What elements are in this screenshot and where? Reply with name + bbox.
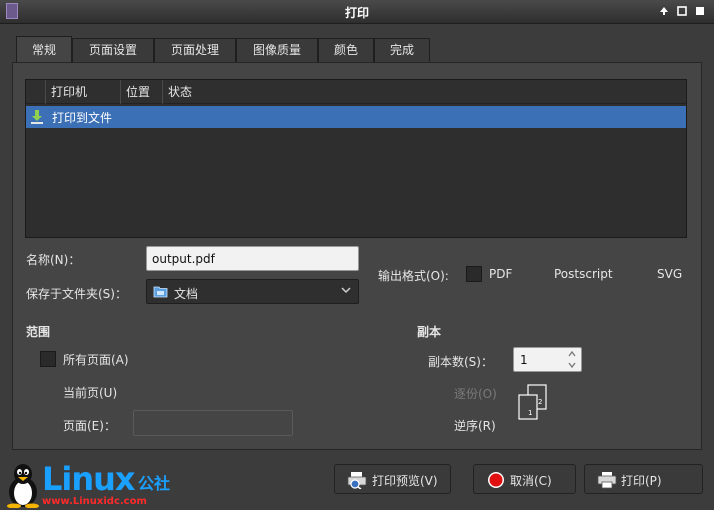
- printer-name: 打印到文件: [52, 111, 113, 125]
- chevron-down-icon: [341, 287, 351, 294]
- current-page-label[interactable]: 当前页(U): [63, 384, 117, 401]
- pages-label[interactable]: 页面(E)：: [63, 417, 116, 434]
- print-button[interactable]: 打印(P): [584, 464, 703, 494]
- filename-input[interactable]: [146, 246, 359, 271]
- svg-text:1: 1: [528, 409, 532, 417]
- collate-pages-icon: 2 1: [518, 384, 547, 420]
- folder-select[interactable]: 文档: [146, 279, 359, 304]
- reverse-label[interactable]: 逆序(R): [454, 417, 496, 434]
- printer-list[interactable]: 打印机 位置 状态 打印到文件: [25, 79, 687, 238]
- column-printer[interactable]: 打印机: [45, 80, 120, 104]
- format-pdf-label[interactable]: PDF: [489, 267, 512, 281]
- watermark-brand-suffix: 公社: [138, 474, 171, 493]
- print-preview-icon: [347, 472, 367, 489]
- all-pages-label[interactable]: 所有页面(A): [63, 351, 129, 368]
- cancel-label: 取消(C): [510, 474, 552, 488]
- all-pages-radio[interactable]: [40, 351, 56, 367]
- cancel-button[interactable]: 取消(C): [473, 464, 576, 494]
- maximize-icon[interactable]: [675, 4, 689, 18]
- column-location[interactable]: 位置: [120, 80, 162, 104]
- linuxidc-watermark: Linux 公社 www.Linuxidc.com: [4, 460, 184, 510]
- range-heading: 范围: [26, 325, 51, 339]
- watermark-brand: Linux: [42, 460, 136, 498]
- printer-row[interactable]: 打印到文件: [26, 106, 686, 128]
- tab-image-quality[interactable]: 图像质量: [236, 38, 318, 62]
- pin-up-icon[interactable]: [657, 4, 671, 18]
- tux-penguin-icon: [7, 464, 39, 508]
- copies-heading: 副本: [417, 325, 442, 339]
- folder-label: 保存于文件夹(S)：: [26, 287, 127, 301]
- print-label: 打印(P): [621, 474, 662, 488]
- svg-text:2: 2: [538, 398, 542, 406]
- watermark-url: www.Linuxidc.com: [42, 496, 147, 507]
- format-pdf-radio[interactable]: [466, 266, 482, 282]
- copies-spinbox[interactable]: 1: [513, 347, 582, 372]
- spin-up-icon[interactable]: [567, 349, 577, 359]
- download-icon: [31, 110, 43, 124]
- tab-general[interactable]: 常规: [16, 36, 72, 63]
- tab-page-handling[interactable]: 页面处理: [154, 38, 236, 62]
- title-bar: 打印: [0, 0, 714, 24]
- spin-down-icon[interactable]: [567, 360, 577, 370]
- tab-color[interactable]: 颜色: [318, 38, 374, 62]
- pages-input[interactable]: [133, 410, 293, 436]
- print-preview-button[interactable]: 打印预览(V): [334, 464, 451, 494]
- output-format-label: 输出格式(O):: [378, 269, 449, 283]
- copies-count-value: 1: [520, 353, 528, 367]
- window-title: 打印: [344, 6, 369, 20]
- tab-page-setup[interactable]: 页面设置: [72, 38, 154, 62]
- close-icon[interactable]: [693, 4, 707, 18]
- format-svg-label[interactable]: SVG: [657, 267, 682, 281]
- format-postscript-label[interactable]: Postscript: [554, 267, 613, 281]
- stop-icon: [488, 472, 504, 488]
- name-label: 名称(N)：: [26, 253, 81, 267]
- print-preview-label: 打印预览(V): [372, 474, 438, 488]
- printer-icon: [597, 472, 617, 489]
- printer-list-header: 打印机 位置 状态: [26, 80, 686, 104]
- collate-label[interactable]: 逐份(O): [454, 385, 497, 402]
- copies-count-label: 副本数(S)：: [428, 355, 493, 369]
- folder-icon: [153, 286, 168, 298]
- folder-value: 文档: [174, 287, 199, 301]
- column-status[interactable]: 状态: [162, 80, 686, 104]
- tab-finishing[interactable]: 完成: [374, 38, 430, 62]
